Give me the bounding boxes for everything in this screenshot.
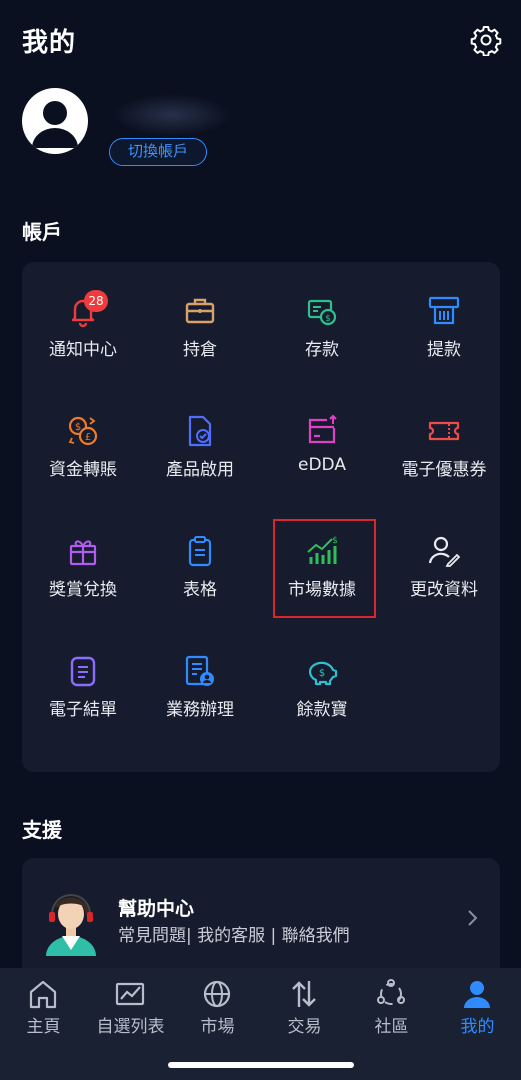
svg-text:$: $: [75, 422, 81, 433]
community-icon: [377, 979, 405, 1005]
support-section-title: 支援: [22, 818, 62, 842]
home-indicator[interactable]: [168, 1062, 354, 1068]
gift-icon: [69, 540, 97, 566]
tab-label: 自選列表: [96, 1017, 165, 1037]
svg-text:$: $: [325, 314, 331, 324]
withdrawal-item[interactable]: 提款: [383, 262, 505, 372]
clipboard-icon: [188, 536, 212, 567]
item-label: 表格: [183, 580, 217, 600]
watchlist-chart-icon: [115, 982, 145, 1006]
account-name-blurred: [112, 94, 232, 136]
briefcase-icon: [185, 298, 215, 324]
tab-home[interactable]: 主頁: [0, 968, 87, 1048]
item-label: 通知中心: [49, 340, 117, 360]
chevron-right-icon: [468, 910, 478, 926]
item-label: 資金轉賬: [49, 460, 117, 480]
item-label: 餘款寶: [296, 700, 348, 720]
customer-service-agent-icon: [46, 894, 96, 956]
help-center-card[interactable]: 幫助中心 常見問題| 我的客服 | 聯絡我們: [22, 858, 500, 978]
tab-watchlist[interactable]: 自選列表: [87, 968, 174, 1048]
document-user-icon: [185, 655, 214, 686]
card-upload-icon: [308, 414, 337, 444]
trade-arrows-icon: [292, 981, 316, 1007]
notification-badge: 28: [84, 290, 108, 312]
item-label: 產品啟用: [166, 460, 234, 480]
tab-market[interactable]: 市場: [174, 968, 261, 1048]
forms-item[interactable]: 表格: [139, 502, 261, 612]
item-label: 提款: [427, 340, 461, 360]
gear-icon[interactable]: [470, 24, 502, 56]
item-label: 持倉: [183, 340, 217, 360]
item-label: 獎賞兌換: [49, 580, 117, 600]
user-edit-icon: [428, 536, 461, 567]
profile-icon: [464, 981, 490, 1008]
tab-label: 市場: [200, 1017, 235, 1037]
product-activation-item[interactable]: 產品啟用: [139, 382, 261, 492]
item-label: 電子結單: [49, 700, 117, 720]
ticket-icon: [428, 421, 460, 441]
my-account-screen: 我的 切換帳戶 帳戶 28 通知中心 持倉 $ 存款 提款 $ £ 資金轉賬 產…: [0, 0, 521, 1080]
tab-label: 我的: [460, 1017, 495, 1037]
e-coupon-item[interactable]: 電子優惠券: [383, 382, 505, 492]
globe-icon: [203, 980, 231, 1008]
atm-icon: [428, 296, 460, 325]
tab-label: 主頁: [26, 1017, 61, 1037]
avatar[interactable]: [22, 88, 88, 154]
help-center-title: 幫助中心: [118, 898, 195, 920]
piggy-bank-icon: $: [308, 661, 338, 686]
e-statement-item[interactable]: 電子結單: [22, 622, 144, 732]
tab-trade[interactable]: 交易: [261, 968, 348, 1048]
deposit-item[interactable]: $ 存款: [261, 262, 383, 372]
fund-transfer-item[interactable]: $ £ 資金轉賬: [22, 382, 144, 492]
item-label: 電子優惠券: [401, 460, 487, 480]
user-avatar-icon: [32, 101, 78, 148]
currency-exchange-icon: $ £: [68, 416, 98, 446]
svg-text:$: $: [319, 668, 325, 679]
tab-label: 交易: [287, 1017, 322, 1037]
item-label: 更改資料: [410, 580, 478, 600]
home-icon: [29, 980, 57, 1009]
help-center-subtitle: 常見問題| 我的客服 | 聯絡我們: [118, 926, 350, 946]
holdings-item[interactable]: 持倉: [139, 262, 261, 372]
document-check-icon: [188, 415, 212, 447]
tab-community[interactable]: 社區: [348, 968, 435, 1048]
item-label: 業務辦理: [166, 700, 234, 720]
balance-treasure-item[interactable]: $ 餘款寶: [261, 622, 383, 732]
account-section-title: 帳戶: [22, 220, 62, 244]
edda-item[interactable]: eDDA: [261, 382, 383, 492]
deposit-icon: $: [307, 299, 337, 326]
business-services-item[interactable]: 業務辦理: [139, 622, 261, 732]
svg-text:£: £: [85, 432, 91, 443]
item-label: 存款: [305, 340, 339, 360]
tab-profile[interactable]: 我的: [434, 968, 521, 1048]
statement-icon: [70, 656, 96, 687]
account-card: 28 通知中心 持倉 $ 存款 提款 $ £ 資金轉賬 產品啟用 eDDA 電子…: [22, 262, 500, 772]
reward-redemption-item[interactable]: 獎賞兌換: [22, 502, 144, 612]
market-data-highlight-box: [273, 519, 376, 618]
item-label: eDDA: [298, 455, 346, 475]
notification-center-item[interactable]: 28 通知中心: [22, 262, 144, 372]
switch-account-button[interactable]: 切換帳戶: [109, 138, 207, 166]
change-details-item[interactable]: 更改資料: [383, 502, 505, 612]
page-title: 我的: [22, 28, 77, 58]
tab-label: 社區: [374, 1017, 409, 1037]
